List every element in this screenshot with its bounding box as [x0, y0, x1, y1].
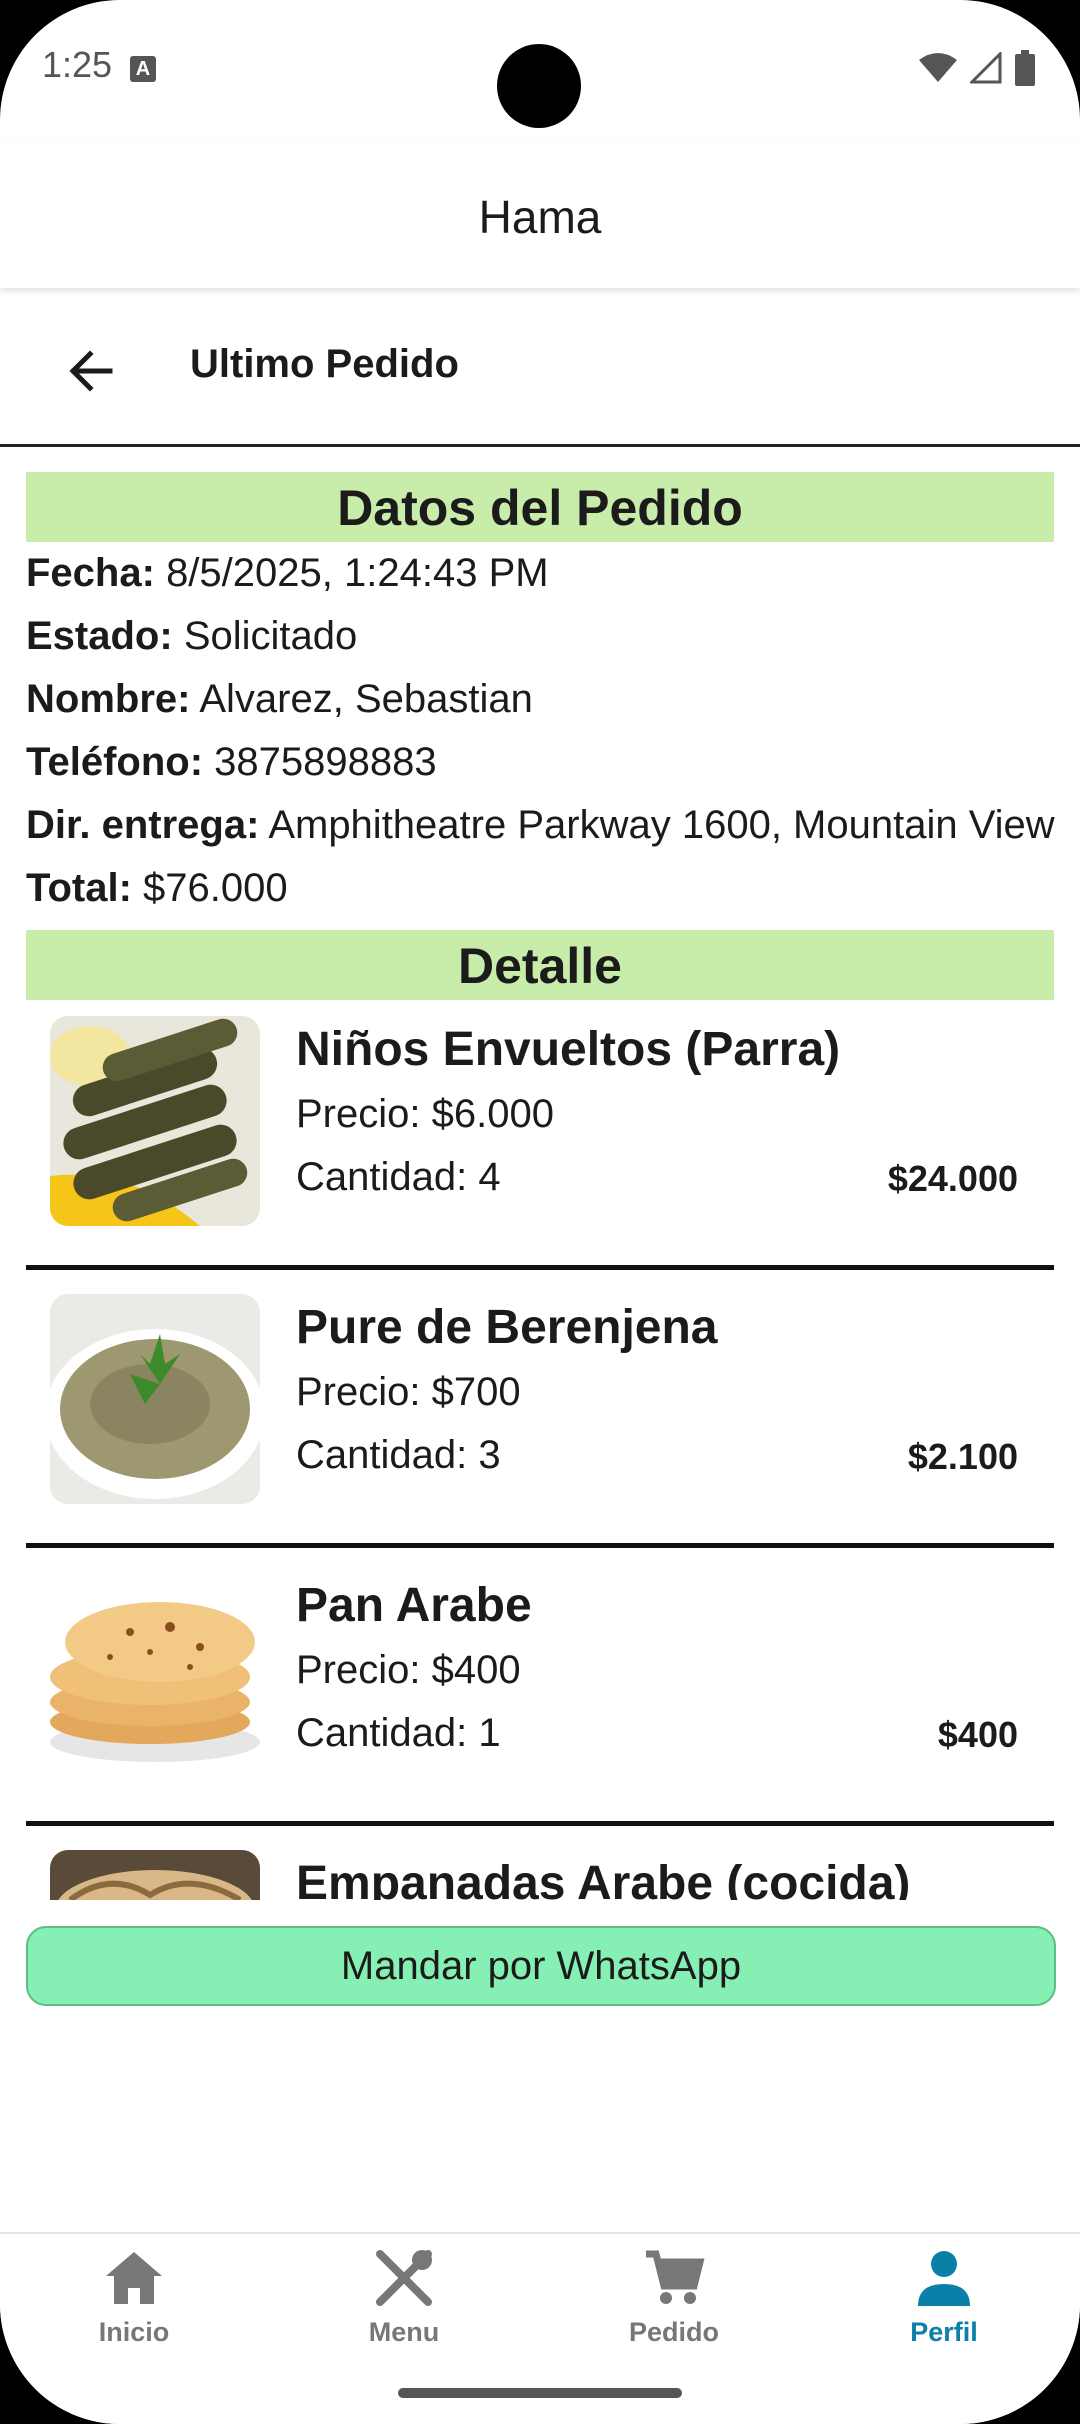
empanadas-image [50, 1850, 260, 1900]
field-value: 3875898883 [214, 740, 437, 784]
item-quantity: Cantidad: 4 [296, 1155, 501, 1199]
order-field-status: Estado: Solicitado [26, 605, 1080, 668]
signal-icon [970, 52, 1002, 84]
list-item: Empanadas Arabe (cocida) [26, 1826, 1054, 1900]
app-bar: Hama [0, 140, 1080, 288]
field-value: $76.000 [143, 866, 288, 910]
page-title: Ultimo Pedido [190, 342, 459, 386]
eggplant-puree-image [50, 1294, 260, 1504]
field-label: Nombre: [26, 677, 191, 721]
nav-item-inicio[interactable]: Inicio [34, 2248, 234, 2348]
order-field-name: Nombre: Alvarez, Sebastian [26, 668, 1080, 731]
item-name: Pan Arabe [296, 1579, 532, 1632]
page-header: Ultimo Pedido [0, 296, 1080, 447]
app-title: Hama [478, 191, 602, 243]
item-name: Pure de Berenjena [296, 1301, 718, 1354]
item-quantity: Cantidad: 3 [296, 1433, 501, 1477]
stuffed-grape-leaves-image [50, 1016, 260, 1226]
nav-label: Perfil [910, 2317, 978, 2347]
nav-item-pedido[interactable]: Pedido [574, 2248, 774, 2348]
order-field-phone: Teléfono: 3875898883 [26, 731, 1080, 794]
item-subtotal: $24.000 [887, 1158, 1018, 1199]
order-section-title: Datos del Pedido [26, 472, 1054, 542]
home-indicator[interactable] [398, 2388, 682, 2398]
field-label: Estado: [26, 614, 173, 658]
person-icon [918, 2251, 970, 2306]
field-value: Solicitado [183, 614, 358, 658]
status-time: 1:25 [42, 44, 113, 85]
field-label: Teléfono: [26, 740, 204, 784]
item-subtotal: $400 [937, 1714, 1018, 1755]
nav-item-menu[interactable]: Menu [304, 2248, 504, 2348]
field-value: Alvarez, Sebastian [199, 677, 533, 721]
status-bar: 1:25 A [0, 0, 1080, 140]
detail-section-title: Detalle [26, 930, 1054, 1000]
item-name: Niños Envueltos (Parra) [296, 1023, 841, 1076]
camera-cutout [497, 44, 581, 128]
arrow-left-icon [69, 350, 113, 392]
wifi-icon [919, 53, 957, 82]
field-label: Total: [26, 866, 132, 910]
item-price: Precio: $6.000 [296, 1092, 554, 1136]
order-field-address: Dir. entrega: Amphitheatre Parkway 1600,… [26, 794, 1080, 857]
utensils-icon [376, 2250, 432, 2306]
send-whatsapp-button[interactable]: Mandar por WhatsApp [26, 1926, 1056, 2006]
field-value: Amphitheatre Parkway 1600, Mountain View [268, 803, 1055, 847]
nav-label: Menu [368, 2317, 440, 2347]
item-name: Empanadas Arabe (cocida) [296, 1857, 911, 1900]
nav-item-perfil[interactable]: Perfil [844, 2248, 1044, 2348]
pita-bread-image [50, 1572, 260, 1782]
nav-label: Pedido [628, 2317, 719, 2347]
item-price: Precio: $700 [296, 1370, 521, 1414]
notification-icon: A [130, 56, 156, 82]
list-item: Pure de Berenjena Precio: $700 Cantidad:… [26, 1270, 1054, 1548]
status-icons [918, 50, 1036, 86]
order-field-date: Fecha: 8/5/2025, 1:24:43 PM [26, 542, 1080, 605]
home-icon [106, 2252, 162, 2304]
item-subtotal: $2.100 [907, 1436, 1018, 1477]
screen: 1:25 A Hama Ultimo Pedido Datos del Pedi… [0, 0, 1080, 2424]
item-price: Precio: $400 [296, 1648, 521, 1692]
field-label: Dir. entrega: [26, 803, 260, 847]
back-button[interactable] [60, 336, 130, 406]
field-label: Fecha: [26, 551, 155, 595]
field-value: 8/5/2025, 1:24:43 PM [166, 551, 549, 595]
list-item: Pan Arabe Precio: $400 Cantidad: 1 $400 [26, 1548, 1054, 1826]
order-items-list[interactable]: Niños Envueltos (Parra) Precio: $6.000 C… [26, 992, 1054, 1900]
item-quantity: Cantidad: 1 [296, 1711, 501, 1755]
list-item: Niños Envueltos (Parra) Precio: $6.000 C… [26, 992, 1054, 1270]
order-field-total: Total: $76.000 [26, 857, 1080, 920]
cart-icon [646, 2250, 705, 2304]
nav-label: Inicio [98, 2317, 170, 2347]
order-details: Datos del Pedido Fecha: 8/5/2025, 1:24:4… [26, 472, 1080, 1000]
battery-icon [1015, 50, 1035, 86]
